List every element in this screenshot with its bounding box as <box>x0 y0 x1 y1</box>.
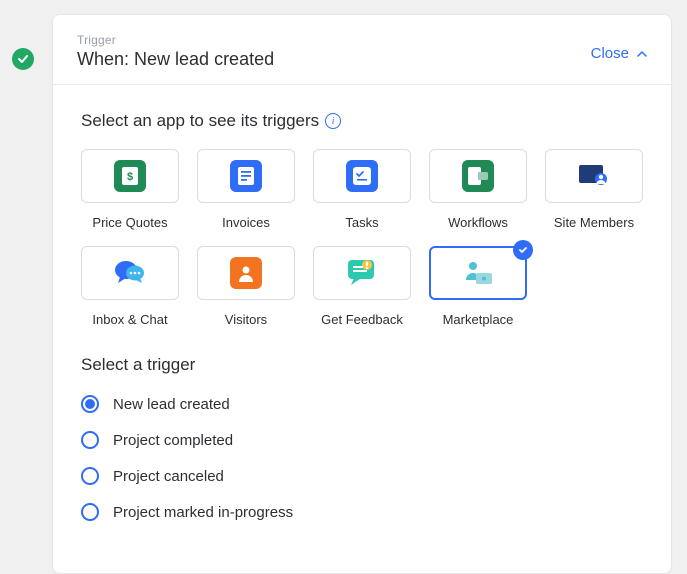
info-icon[interactable]: i <box>325 113 341 129</box>
app-label: Tasks <box>345 215 378 230</box>
app-label: Inbox & Chat <box>92 312 167 327</box>
app-card <box>81 246 179 300</box>
radio-icon <box>81 467 99 485</box>
app-card <box>313 246 411 300</box>
get-feedback-icon <box>346 257 378 289</box>
panel-header: Trigger When: New lead created Close <box>53 15 671 85</box>
apps-section-label: Select an app to see its triggers i <box>81 111 643 131</box>
trigger-option-project-completed[interactable]: Project completed <box>81 431 643 449</box>
app-label: Get Feedback <box>321 312 403 327</box>
svg-text:$: $ <box>127 171 133 183</box>
trigger-option-project-inprogress[interactable]: Project marked in-progress <box>81 503 643 521</box>
step-complete-badge <box>12 48 34 70</box>
price-quotes-icon: $ <box>114 160 146 192</box>
panel-body: Select an app to see its triggers i $ Pr… <box>53 85 671 531</box>
close-button[interactable]: Close <box>591 33 647 62</box>
marketplace-icon <box>462 257 494 289</box>
check-icon <box>518 245 528 255</box>
app-tasks[interactable]: Tasks <box>313 149 411 230</box>
triggers-section-label: Select a trigger <box>81 355 643 375</box>
app-card <box>197 246 295 300</box>
radio-icon <box>81 503 99 521</box>
trigger-list: New lead created Project completed Proje… <box>81 395 643 521</box>
apps-section-text: Select an app to see its triggers <box>81 111 319 131</box>
header-kicker: Trigger <box>77 33 274 47</box>
trigger-label: Project canceled <box>113 468 224 485</box>
workflows-icon <box>462 160 494 192</box>
invoices-icon <box>230 160 262 192</box>
app-card <box>429 246 527 300</box>
app-card <box>197 149 295 203</box>
app-workflows[interactable]: Workflows <box>429 149 527 230</box>
app-card <box>429 149 527 203</box>
app-visitors[interactable]: Visitors <box>197 246 295 327</box>
app-label: Price Quotes <box>92 215 167 230</box>
tasks-icon <box>346 160 378 192</box>
close-label: Close <box>591 45 629 62</box>
visitors-icon <box>230 257 262 289</box>
apps-grid: $ Price Quotes Invoices <box>81 149 643 327</box>
site-members-icon <box>578 160 610 192</box>
inbox-chat-icon <box>114 257 146 289</box>
trigger-label: Project marked in-progress <box>113 504 293 521</box>
app-label: Invoices <box>222 215 270 230</box>
app-get-feedback[interactable]: Get Feedback <box>313 246 411 327</box>
app-card: $ <box>81 149 179 203</box>
app-card <box>545 149 643 203</box>
selected-badge <box>513 240 533 260</box>
app-marketplace[interactable]: Marketplace <box>429 246 527 327</box>
radio-icon <box>81 395 99 413</box>
app-label: Marketplace <box>443 312 514 327</box>
app-price-quotes[interactable]: $ Price Quotes <box>81 149 179 230</box>
check-icon <box>17 53 29 65</box>
trigger-label: Project completed <box>113 432 233 449</box>
header-left: Trigger When: New lead created <box>77 33 274 70</box>
app-card <box>313 149 411 203</box>
radio-icon <box>81 431 99 449</box>
app-site-members[interactable]: Site Members <box>545 149 643 230</box>
trigger-option-project-canceled[interactable]: Project canceled <box>81 467 643 485</box>
app-inbox-chat[interactable]: Inbox & Chat <box>81 246 179 327</box>
trigger-label: New lead created <box>113 396 230 413</box>
app-label: Workflows <box>448 215 508 230</box>
trigger-option-new-lead[interactable]: New lead created <box>81 395 643 413</box>
app-label: Site Members <box>554 215 634 230</box>
header-title: When: New lead created <box>77 49 274 70</box>
app-label: Visitors <box>225 312 267 327</box>
app-invoices[interactable]: Invoices <box>197 149 295 230</box>
trigger-panel: Trigger When: New lead created Close Sel… <box>52 14 672 574</box>
chevron-up-icon <box>637 49 647 59</box>
